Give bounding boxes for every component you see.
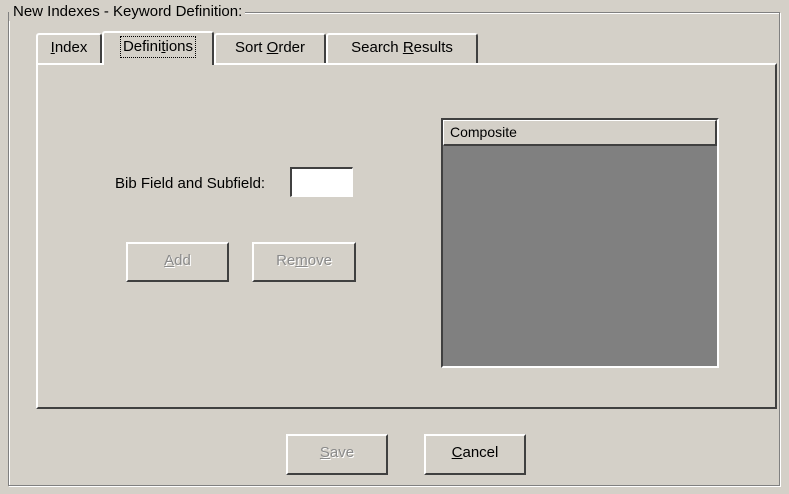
cancel-button-label-mnemonic: C [451,444,463,461]
cancel-button-label-post: ancel [462,444,499,461]
tab-search-results-label-post: esults [413,39,453,56]
tab-index[interactable]: Index [36,33,102,63]
bib-field-input[interactable] [290,167,353,197]
add-button-label-post: dd [174,252,191,269]
tab-sort-order-label-pre: Sort [234,39,267,56]
save-button-label-post: ave [329,444,355,461]
add-button[interactable]: Add [126,242,229,282]
remove-button-label-mnemonic: m [295,252,308,269]
tab-definitions-label-post: ions [165,38,194,55]
tab-definitions-focus: Definitions [119,36,197,58]
tab-search-results-label-pre: Search [351,39,403,56]
remove-button[interactable]: Remove [252,242,356,282]
composite-column-header[interactable]: Composite [443,120,717,146]
bib-field-label: Bib Field and Subfield: [115,175,266,192]
tab-definitions-label-pre: Defini [122,38,162,55]
tab-sort-order-label-mnemonic: O [266,39,279,56]
add-button-label-mnemonic: A [164,252,175,269]
tab-index-label-post: ndex [54,39,88,56]
cancel-button[interactable]: Cancel [424,434,526,475]
tab-search-results[interactable]: Search Results [326,33,478,63]
group-title: New Indexes - Keyword Definition: [9,3,246,21]
remove-button-label-post: ove [307,252,332,269]
tab-definitions[interactable]: Definitions [102,31,214,65]
tab-sort-order[interactable]: Sort Order [214,33,326,63]
save-button-label-mnemonic: S [319,444,330,461]
save-button[interactable]: Save [286,434,388,475]
remove-button-label-pre: Re [276,252,296,269]
tab-search-results-label-mnemonic: R [402,39,414,56]
tab-sort-order-label-post: rder [278,39,306,56]
composite-listbox[interactable]: Composite [441,118,719,368]
